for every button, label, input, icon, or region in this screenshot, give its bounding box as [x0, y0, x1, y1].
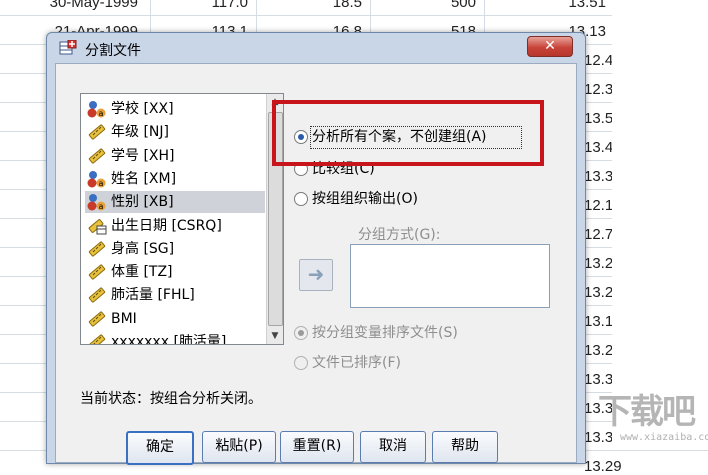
variable-label: 肺活量 [FHL] — [111, 287, 195, 304]
variable-list-item[interactable]: BMI — [85, 308, 265, 330]
svg-text:a: a — [99, 109, 104, 118]
split-file-dialog: 分割文件 ✕ ▲ ▼ a 学校 [XX] 年级 [NJ] 学号 [XH] a 姓名 [XM… — [46, 32, 586, 465]
group-by-list[interactable] — [350, 244, 550, 308]
variable-list-item[interactable]: 体重 [TZ] — [85, 261, 265, 283]
variable-list-item[interactable]: a 性别 [XB] — [85, 191, 265, 214]
reset-button[interactable]: 重置(R) — [280, 431, 354, 463]
svg-text:a: a — [99, 202, 104, 211]
scale-variable-icon — [87, 240, 107, 258]
scale-variable-icon — [87, 147, 107, 165]
nominal-variable-icon: a — [87, 193, 107, 211]
variable-list-item[interactable]: a 姓名 [XM] — [85, 168, 265, 190]
date-cell: 30-May-1999 — [49, 0, 138, 11]
cancel-button[interactable]: 取消 — [360, 431, 426, 463]
radio-icon[interactable] — [294, 192, 308, 206]
move-variable-button[interactable]: ➜ — [299, 259, 333, 291]
value-cell: 117.0 — [211, 0, 248, 11]
variable-label: xxxxxxx [肺活量] — [111, 334, 227, 345]
variable-label: 学校 [XX] — [111, 101, 174, 117]
dialog-titlebar[interactable]: 分割文件 ✕ — [47, 33, 585, 63]
variable-label: 身高 [SG] — [111, 240, 175, 257]
variable-label: 年级 [NJ] — [111, 124, 169, 141]
nominal-variable-icon: a — [87, 100, 107, 118]
table-row: 30-May-1999 117.0 18.5 500 13.51 — [0, 0, 708, 16]
variable-list-item[interactable]: a 学校 [XX] — [85, 98, 265, 120]
variable-list-item[interactable]: 学号 [XH] — [85, 145, 265, 167]
sort-by-grouping-label: 按分组变量排序文件(S) — [312, 325, 458, 341]
value-cell: 500 — [450, 0, 476, 11]
variable-list-item[interactable]: 身高 [SG] — [85, 238, 265, 260]
dialog-body: ▲ ▼ a 学校 [XX] 年级 [NJ] 学号 [XH] a 姓名 [XM] a 性别 [X… — [55, 63, 577, 465]
variable-list-item[interactable]: 年级 [NJ] — [85, 121, 265, 143]
annotation-highlight-box — [272, 100, 544, 166]
scale-variable-icon — [87, 286, 107, 304]
watermark-url: www.xiazaiba.com — [620, 432, 708, 443]
group-by-label: 分组方式(G): — [358, 227, 441, 243]
date-variable-icon — [87, 217, 107, 235]
dialog-title: 分割文件 — [85, 43, 141, 59]
variable-label: BMI — [111, 310, 137, 327]
close-button[interactable]: ✕ — [527, 36, 573, 57]
scale-variable-icon — [87, 123, 107, 141]
variable-list[interactable]: ▲ ▼ a 学校 [XX] 年级 [NJ] 学号 [XH] a 姓名 [XM] a 性别 [X… — [80, 93, 284, 345]
variable-label: 学号 [XH] — [111, 147, 175, 164]
variable-list-item[interactable]: 肺活量 [FHL] — [85, 284, 265, 306]
variable-label: 姓名 [XM] — [111, 170, 177, 187]
svg-text:a: a — [99, 179, 104, 188]
paste-button[interactable]: 粘贴(P) — [202, 431, 276, 463]
variable-label: 出生日期 [CSRQ] — [111, 217, 222, 234]
organize-output-label: 按组组织输出(O) — [312, 191, 418, 207]
split-file-icon — [59, 40, 77, 55]
scale-variable-icon — [87, 310, 107, 328]
ok-button[interactable]: 确定 — [126, 431, 194, 465]
scroll-down-icon[interactable]: ▼ — [267, 328, 283, 344]
help-button[interactable]: 帮助 — [432, 431, 498, 463]
scale-variable-icon — [87, 333, 107, 344]
value-cell: 13.51 — [568, 0, 606, 11]
variable-label: 性别 [XB] — [111, 194, 174, 211]
value-cell: 13.29 — [584, 458, 622, 475]
already-sorted-label: 文件已排序(F) — [312, 355, 401, 371]
variable-list-item[interactable]: 出生日期 [CSRQ] — [85, 215, 265, 237]
variable-list-item[interactable]: xxxxxxx [肺活量] — [85, 331, 265, 345]
value-cell: 18.5 — [332, 0, 362, 11]
current-status-text: 当前状态：按组合分析关闭。 — [80, 391, 262, 407]
variable-label: 体重 [TZ] — [111, 264, 173, 281]
radio-icon[interactable] — [294, 356, 308, 370]
radio-selected-icon[interactable] — [294, 326, 308, 340]
scale-variable-icon — [87, 263, 107, 281]
nominal-variable-icon: a — [87, 170, 107, 188]
right-blank-panel — [612, 0, 708, 447]
